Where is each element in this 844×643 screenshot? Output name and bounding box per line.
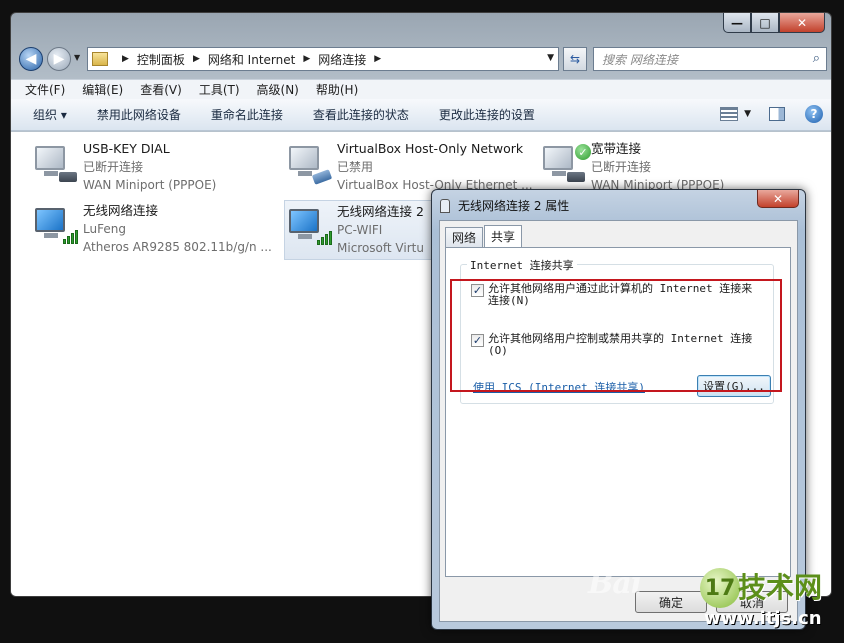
rename-connection-button[interactable]: 重命名此连接	[211, 106, 283, 123]
refresh-button[interactable]: ⇆	[563, 47, 587, 71]
check-icon: ✓	[575, 144, 591, 160]
breadcrumb-separator-icon[interactable]: ▶	[374, 54, 381, 64]
help-icon[interactable]: ?	[805, 105, 823, 123]
connection-name: 宽带连接	[591, 141, 642, 156]
menu-edit[interactable]: 编辑(E)	[82, 81, 123, 98]
site-brand-watermark: 技术网	[738, 571, 823, 604]
connection-item-broadband[interactable]: ✓ 宽带连接 已断开连接 WAN Miniport (PPPOE)	[539, 140, 789, 196]
organize-button[interactable]: 组织 ▾	[33, 106, 67, 123]
breadcrumb-network-connections[interactable]: 网络连接	[318, 51, 366, 68]
properties-dialog: 无线网络连接 2 属性 ✕ 网络 共享 Internet 连接共享 ✓ 允许其他…	[431, 189, 806, 630]
disable-device-button[interactable]: 禁用此网络设备	[97, 106, 181, 123]
broadband-icon: ✓	[543, 144, 591, 188]
connection-status: PC-WIFI	[337, 223, 383, 237]
menu-help[interactable]: 帮助(H)	[316, 81, 358, 98]
tab-network[interactable]: 网络	[445, 227, 484, 247]
close-button[interactable]: ✕	[779, 13, 825, 33]
address-bar[interactable]: ▶ 控制面板 ▶ 网络和 Internet ▶ 网络连接 ▶ ▼	[87, 47, 559, 71]
dialog-close-button[interactable]: ✕	[757, 190, 799, 208]
menu-bar: 文件(F) 编辑(E) 查看(V) 工具(T) 高级(N) 帮助(H)	[11, 79, 831, 99]
menu-view[interactable]: 查看(V)	[140, 81, 182, 98]
dialog-titlebar: 无线网络连接 2 属性	[440, 197, 569, 214]
menu-file[interactable]: 文件(F)	[25, 81, 65, 98]
menu-advanced[interactable]: 高级(N)	[257, 81, 299, 98]
view-status-button[interactable]: 查看此连接的状态	[313, 106, 409, 123]
back-button[interactable]: ◀	[19, 47, 43, 71]
refresh-icon: ⇆	[569, 52, 581, 66]
breadcrumb-separator-icon[interactable]: ▶	[303, 54, 310, 64]
ok-button[interactable]: 确定	[635, 591, 707, 613]
baidu-watermark: Bai	[588, 566, 642, 601]
connection-name: 无线网络连接	[83, 203, 159, 218]
forward-button[interactable]: ▶	[47, 47, 71, 71]
search-placeholder: 搜索 网络连接	[602, 52, 678, 67]
wireless-icon	[35, 208, 79, 250]
breadcrumb-separator-icon[interactable]: ▶	[193, 54, 200, 64]
connection-name: USB-KEY DIAL	[83, 141, 170, 156]
view-controls: ▼ ?	[720, 105, 823, 123]
connection-status: 已断开连接	[591, 160, 652, 174]
arrow-left-icon: ◀	[25, 51, 37, 67]
dialog-title: 无线网络连接 2 属性	[458, 199, 570, 213]
breadcrumb-control-panel[interactable]: 控制面板	[137, 51, 185, 68]
maximize-button[interactable]: □	[751, 13, 779, 33]
connection-device: Microsoft Virtu	[337, 241, 424, 255]
change-settings-button[interactable]: 更改此连接的设置	[439, 106, 535, 123]
search-input[interactable]: 搜索 网络连接 ⌕	[593, 47, 827, 71]
preview-pane-icon[interactable]	[769, 107, 785, 121]
window-caption-buttons: — □ ✕	[723, 13, 825, 33]
connection-name: VirtualBox Host-Only Network	[337, 141, 524, 156]
change-view-icon[interactable]	[720, 107, 739, 121]
connection-item-wireless[interactable]: 无线网络连接 LuFeng Atheros AR9285 802.11b/g/n…	[31, 202, 281, 258]
minimize-button[interactable]: —	[723, 13, 751, 33]
address-dropdown-icon[interactable]: ▼	[547, 53, 554, 63]
arrow-right-icon: ▶	[53, 51, 65, 67]
sharing-panel: Internet 连接共享 ✓ 允许其他网络用户通过此计算机的 Internet…	[445, 247, 791, 577]
connection-item-virtualbox[interactable]: VirtualBox Host-Only Network 已禁用 Virtual…	[285, 140, 535, 196]
connection-status: 已禁用	[337, 160, 374, 174]
network-adapter-icon	[440, 198, 450, 213]
connection-item-usb-key[interactable]: USB-KEY DIAL 已断开连接 WAN Miniport (PPPOE)	[31, 140, 281, 196]
network-adapter-icon	[289, 146, 333, 188]
command-bar: 组织 ▾ 禁用此网络设备 重命名此连接 查看此连接的状态 更改此连接的设置 ▼ …	[11, 99, 831, 131]
tab-sharing[interactable]: 共享	[484, 225, 523, 247]
menu-tools[interactable]: 工具(T)	[199, 81, 240, 98]
site-logo-icon: 17	[700, 568, 740, 608]
connection-device: WAN Miniport (PPPOE)	[83, 178, 217, 192]
history-dropdown-icon[interactable]: ▼	[74, 53, 80, 62]
highlight-box	[450, 279, 782, 392]
site-url-watermark: www.itjs.cn	[704, 608, 822, 629]
view-dropdown-icon[interactable]: ▼	[744, 109, 751, 119]
control-panel-icon	[92, 52, 108, 66]
connection-status: LuFeng	[83, 222, 126, 236]
wired-computer-icon	[35, 146, 79, 188]
breadcrumb-separator-icon[interactable]: ▶	[122, 54, 129, 64]
connection-name: 无线网络连接 2	[337, 204, 424, 219]
connection-status: 已断开连接	[83, 160, 144, 174]
search-icon[interactable]: ⌕	[813, 51, 820, 66]
tab-strip: 网络 共享	[445, 225, 523, 247]
address-row: ◀ ▶ ▼ ▶ 控制面板 ▶ 网络和 Internet ▶ 网络连接 ▶ ▼ ⇆…	[17, 45, 827, 73]
breadcrumb-network-internet[interactable]: 网络和 Internet	[208, 51, 295, 68]
group-title: Internet 连接共享	[467, 257, 577, 273]
connection-item-wireless-2[interactable]: 无线网络连接 2 PC-WIFI Microsoft Virtu	[284, 200, 434, 260]
wireless-icon	[289, 209, 333, 251]
dialog-body: 网络 共享 Internet 连接共享 ✓ 允许其他网络用户通过此计算机的 In…	[439, 220, 798, 622]
connection-device: Atheros AR9285 802.11b/g/n ...	[83, 240, 272, 254]
